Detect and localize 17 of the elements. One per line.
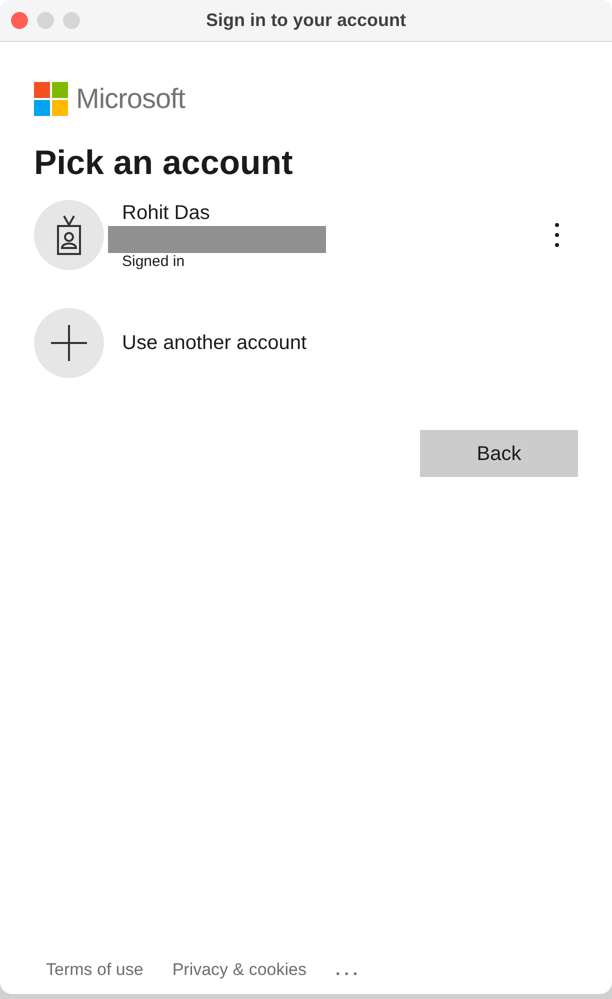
account-status: Signed in (122, 252, 186, 270)
account-name: Use another account (122, 331, 307, 356)
more-options-icon[interactable] (554, 222, 560, 248)
account-tile[interactable]: Use another account (34, 308, 578, 378)
plus-icon (51, 325, 87, 361)
brand-name: Microsoft (76, 82, 186, 116)
footer-link[interactable]: Terms of use (46, 956, 144, 982)
footer-link[interactable]: Privacy & cookies (172, 956, 306, 982)
page-heading: Pick an account (34, 143, 294, 184)
close-button[interactable] (11, 12, 28, 29)
back-button[interactable]: Back (420, 430, 578, 477)
id-badge-icon (56, 214, 82, 256)
windows-logo-icon (34, 82, 68, 116)
more-options-button[interactable]: ... (335, 956, 362, 982)
account-tile[interactable]: Rohit Das Signed in (34, 200, 578, 270)
window-title: Sign in to your account (206, 9, 406, 32)
account-name: Rohit Das (122, 200, 211, 226)
